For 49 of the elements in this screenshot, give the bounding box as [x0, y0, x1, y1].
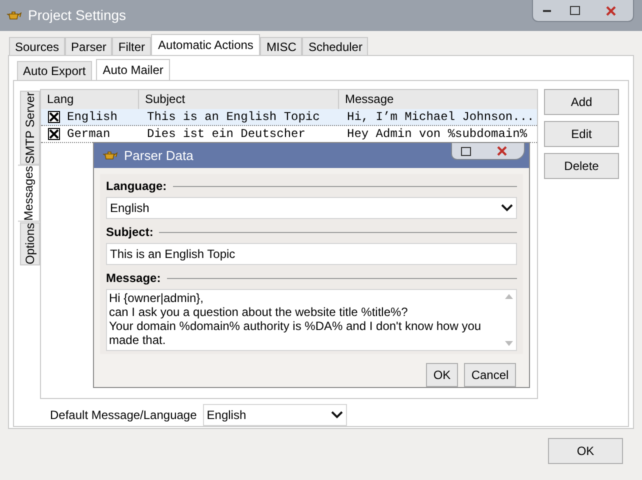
section-label: Subject:: [106, 224, 154, 241]
ok-button[interactable]: OK: [548, 438, 623, 464]
message-field[interactable]: Hi {owner|admin}, can I ask you a question about the website title %title%? Your domain %domain% authority is %DA% and I don't know how you made that.: [106, 289, 517, 351]
teapot-icon: [6, 10, 22, 22]
scroll-down-icon: [505, 341, 513, 346]
tab[interactable]: Auto Export: [17, 61, 92, 80]
dialog-title: Parser Data: [124, 146, 194, 165]
tab[interactable]: Parser: [65, 37, 112, 55]
table-row[interactable]: German Dies ist ein Deutscher Hey Admin von %subdomain%: [41, 126, 537, 143]
tab[interactable]: Sources: [9, 37, 66, 55]
section-label: Language:: [106, 178, 167, 195]
tab[interactable]: Filter: [112, 37, 152, 55]
maximize-icon: [570, 6, 580, 15]
action-button[interactable]: Edit: [544, 121, 619, 147]
dialog-button[interactable]: Cancel: [464, 363, 516, 387]
default-message-label: Default Message/Language: [50, 407, 197, 424]
tab[interactable]: MISC: [260, 37, 302, 55]
close-icon: [497, 146, 507, 156]
tab[interactable]: Automatic Actions: [151, 34, 260, 55]
language-dropdown[interactable]: English: [202, 404, 347, 426]
section-label: Message:: [106, 270, 161, 287]
tab[interactable]: Auto Mailer: [96, 59, 170, 80]
table-cell-text: This is an English Topic: [146, 109, 321, 126]
action-button[interactable]: Delete: [544, 153, 619, 179]
column-header[interactable]: Message: [339, 90, 537, 109]
tab[interactable]: Options: [20, 222, 40, 265]
checkbox[interactable]: [48, 128, 60, 140]
minimize-icon: [543, 9, 551, 12]
tab[interactable]: SMTP Server: [20, 91, 40, 165]
table-cell-text: Dies ist ein Deutscher: [146, 126, 306, 143]
table-row[interactable]: English This is an English Topic Hi, I’m Michael Johnson...: [41, 109, 537, 126]
table-cell-text: German: [67, 126, 110, 143]
subject-field[interactable]: This is an English Topic: [106, 243, 517, 265]
chevron-down-icon: [501, 204, 513, 212]
table-cell-text: English: [67, 109, 118, 126]
table-cell-text: Hey Admin von %subdomain%: [346, 126, 528, 143]
language-dropdown[interactable]: English: [106, 197, 517, 219]
teapot-icon: [102, 150, 118, 162]
checkbox[interactable]: [48, 111, 60, 123]
action-button[interactable]: Add: [544, 89, 619, 115]
tab[interactable]: Scheduler: [302, 37, 368, 55]
dialog-button[interactable]: OK: [426, 363, 458, 387]
scroll-up-icon: [505, 294, 513, 299]
table-cell-text: Hi, I’m Michael Johnson...: [346, 109, 536, 126]
chevron-down-icon: [330, 411, 343, 419]
close-icon: [606, 6, 616, 16]
window-title: Project Settings: [28, 6, 128, 25]
tab[interactable]: Messages: [18, 164, 40, 222]
maximize-icon: [461, 146, 471, 156]
